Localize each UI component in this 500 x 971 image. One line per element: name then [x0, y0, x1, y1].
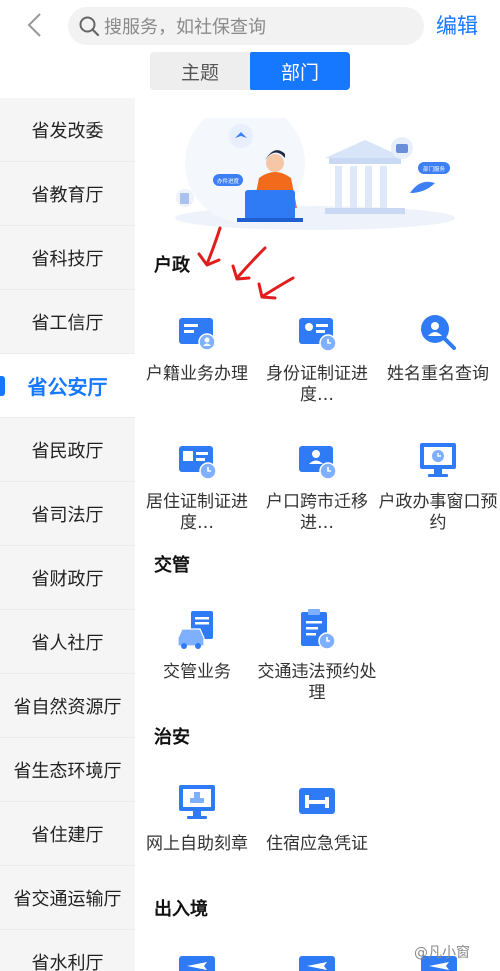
banner-tag-progress: 办件进度	[217, 177, 240, 185]
service-window-appointment[interactable]: 户政办事窗口预约	[378, 438, 498, 534]
service-label: 户口跨市迁移进…	[266, 492, 368, 533]
window-appointment-icon	[420, 443, 456, 477]
seal-monitor-icon	[179, 785, 215, 819]
sidebar-item-transportation[interactable]: 省交通运输厅	[0, 866, 135, 930]
section-title-public-order: 治安	[154, 727, 190, 748]
airplane-icon[interactable]	[295, 954, 339, 971]
service-id-card-progress[interactable]: 身份证制证进度…	[257, 310, 377, 406]
section-title-entry-exit: 出入境	[154, 899, 208, 920]
document-icon	[180, 193, 189, 204]
briefcase-icon	[396, 144, 408, 153]
search-person-icon	[421, 315, 456, 350]
service-online-seal[interactable]: 网上自助刻章	[137, 780, 257, 855]
service-label: 户政办事窗口预约	[378, 492, 498, 533]
banner-illustration: 办件进度 部门服务	[175, 118, 455, 230]
tab-topic[interactable]: 主题	[150, 52, 250, 90]
sidebar-item-water-resources[interactable]: 省水利厅	[0, 930, 135, 971]
service-household-registration[interactable]: 户籍业务办理	[137, 310, 257, 385]
section-title-household: 户政	[154, 255, 190, 276]
sidebar-item-natural-resources[interactable]: 省自然资源厅	[0, 674, 135, 738]
service-label: 户籍业务办理	[146, 364, 248, 384]
sidebar-item-education[interactable]: 省教育厅	[0, 162, 135, 226]
sidebar-item-civil-affairs[interactable]: 省民政厅	[0, 418, 135, 482]
sidebar-item-finance[interactable]: 省财政厅	[0, 546, 135, 610]
clipboard-clock-icon	[301, 609, 336, 650]
service-label: 网上自助刻章	[146, 834, 248, 854]
household-transfer-icon	[299, 446, 337, 480]
car-document-icon	[177, 611, 213, 649]
top-bar: 搜服务，如社保查询 编辑	[0, 0, 500, 50]
department-sidebar: 省发改委 省教育厅 省科技厅 省工信厅 省公安厅 省民政厅 省司法厅 省财政厅 …	[0, 98, 135, 971]
tab-department[interactable]: 部门	[250, 52, 350, 90]
sidebar-item-science-tech[interactable]: 省科技厅	[0, 226, 135, 290]
back-chevron-icon[interactable]	[22, 12, 48, 38]
leaf-icon	[410, 181, 435, 193]
id-card-clock-icon	[299, 318, 337, 352]
service-residence-permit-progress[interactable]: 居住证制证进度…	[137, 438, 257, 534]
sidebar-item-development-reform[interactable]: 省发改委	[0, 98, 135, 162]
sidebar-item-industry-it[interactable]: 省工信厅	[0, 290, 135, 354]
section-title-traffic: 交管	[154, 555, 190, 576]
sidebar-item-ecology-environment[interactable]: 省生态环境厅	[0, 738, 135, 802]
service-traffic-violation[interactable]: 交通违法预约处理	[257, 608, 377, 704]
search-input[interactable]: 搜服务，如社保查询	[68, 7, 424, 45]
search-icon	[79, 16, 100, 37]
department-service-chip-icon: 部门服务	[418, 162, 450, 174]
bed-certificate-icon	[299, 788, 335, 814]
service-label: 交通违法预约处理	[257, 662, 377, 703]
service-accommodation-certificate[interactable]: 住宿应急凭证	[257, 780, 377, 855]
service-label: 住宿应急凭证	[266, 834, 368, 854]
id-card-person-icon	[179, 318, 216, 351]
watermark: @凡小窗	[414, 945, 470, 961]
service-label: 姓名重名查询	[387, 364, 489, 384]
service-label: 身份证制证进度…	[266, 364, 368, 405]
sidebar-item-justice[interactable]: 省司法厅	[0, 482, 135, 546]
airplane-icon[interactable]	[175, 954, 219, 971]
sidebar-item-housing-construction[interactable]: 省住建厅	[0, 802, 135, 866]
banner-tag-department: 部门服务	[423, 165, 446, 173]
sidebar-item-public-security[interactable]: 省公安厅	[0, 354, 135, 418]
progress-chip-icon: 办件进度	[213, 174, 243, 186]
category-tabs: 主题 部门	[150, 52, 350, 90]
search-placeholder: 搜服务，如社保查询	[104, 17, 266, 38]
service-panel: 办件进度 部门服务 户政 户籍业务办理 身份证制证进度… 姓名重名查询 居住证制…	[135, 98, 500, 971]
residence-card-clock-icon	[179, 446, 217, 480]
service-label: 交管业务	[163, 662, 231, 682]
service-household-transfer-progress[interactable]: 户口跨市迁移进…	[257, 438, 377, 534]
sidebar-item-human-resources[interactable]: 省人社厅	[0, 610, 135, 674]
service-traffic-business[interactable]: 交管业务	[137, 608, 257, 683]
edit-button[interactable]: 编辑	[436, 10, 478, 40]
service-name-duplicate-query[interactable]: 姓名重名查询	[378, 310, 498, 385]
service-label: 居住证制证进度…	[146, 492, 248, 533]
